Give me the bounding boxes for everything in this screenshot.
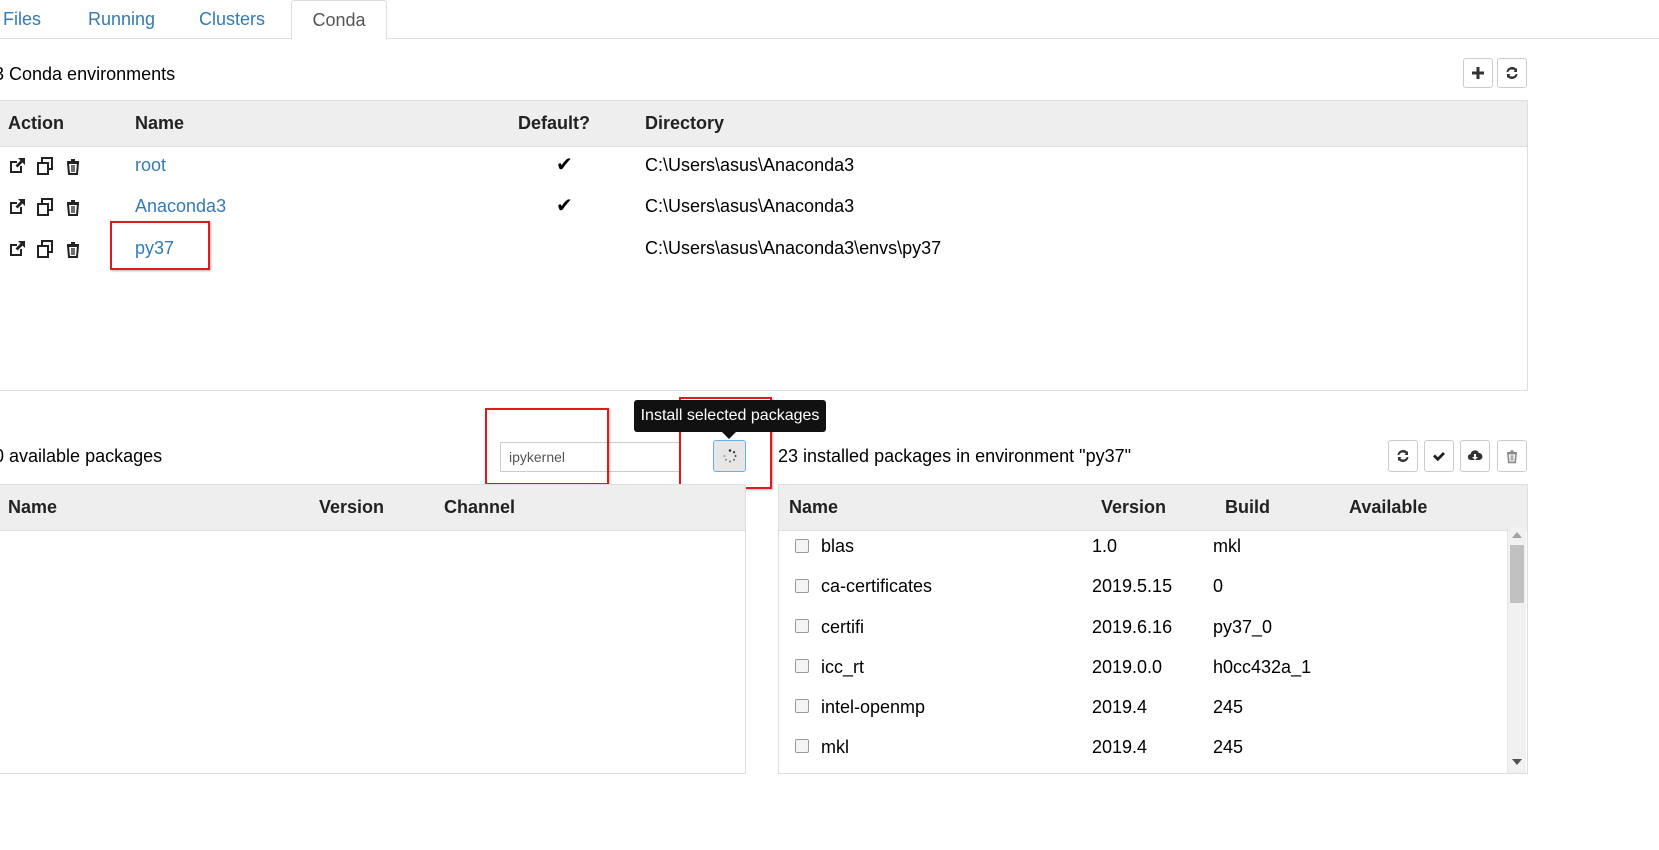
- package-build: 245: [1213, 737, 1244, 757]
- available-packages-count: 0 available packages: [0, 446, 163, 466]
- refresh-installed-button[interactable]: [1388, 440, 1418, 472]
- environment-name-link[interactable]: Anaconda3: [135, 195, 226, 217]
- column-name: Name: [8, 497, 58, 517]
- check-icon: ✔: [556, 154, 573, 176]
- installed-packages-count: 23 installed packages in environment "py…: [778, 446, 1131, 466]
- package-version: 2019.0.0: [1092, 657, 1163, 677]
- package-version: 1.0: [1092, 536, 1118, 556]
- external-link-icon[interactable]: [7, 197, 27, 217]
- clone-icon[interactable]: [35, 239, 55, 259]
- export-environment-button[interactable]: [1460, 440, 1490, 472]
- scroll-up-arrow[interactable]: [1512, 532, 1522, 538]
- package-name: blas: [821, 536, 855, 556]
- package-checkbox[interactable]: [795, 539, 809, 553]
- clone-icon[interactable]: [35, 197, 55, 217]
- tab-conda[interactable]: Conda: [291, 0, 387, 40]
- environments-table-header: Action Name Default? Directory: [0, 101, 1527, 147]
- package-build: h0cc432a_1: [1213, 657, 1312, 677]
- package-build: py37_0: [1213, 617, 1273, 637]
- tab-bar: Files Running Clusters Conda: [0, 0, 1659, 40]
- scroll-thumb[interactable]: [1510, 545, 1524, 603]
- add-environment-button[interactable]: [1463, 58, 1493, 88]
- installed-table-header: Name Version Build Available: [779, 485, 1527, 531]
- package-build: 245: [1213, 697, 1244, 717]
- package-build: 0: [1213, 576, 1224, 596]
- update-packages-button[interactable]: [1424, 440, 1454, 472]
- column-available: Available: [1349, 497, 1428, 517]
- package-name: certifi: [821, 617, 865, 637]
- tooltip-arrow: [722, 432, 736, 439]
- check-icon: ✔: [556, 195, 573, 217]
- check-icon: [1433, 452, 1445, 462]
- package-build: mkl: [1213, 536, 1241, 556]
- refresh-icon: [1397, 449, 1409, 463]
- refresh-icon: [1506, 66, 1518, 80]
- package-version: 2019.6.16: [1092, 617, 1173, 637]
- environment-actions: [7, 197, 83, 217]
- environment-directory: C:\Users\asus\Anaconda3: [645, 155, 855, 175]
- delete-packages-button[interactable]: [1497, 440, 1527, 472]
- environment-directory: C:\Users\asus\Anaconda3\envs\py37: [645, 238, 942, 258]
- package-name: intel-openmp: [821, 697, 926, 717]
- tab-files[interactable]: Files: [3, 0, 41, 38]
- environment-directory: C:\Users\asus\Anaconda3: [645, 196, 855, 216]
- tab-running[interactable]: Running: [88, 0, 155, 38]
- column-name: Name: [135, 113, 185, 133]
- scroll-down-arrow[interactable]: [1512, 759, 1522, 765]
- trash-icon: [1507, 450, 1517, 464]
- external-link-icon[interactable]: [7, 239, 27, 259]
- available-packages-table: Name Version Channel: [0, 484, 746, 774]
- package-version: 2019.4: [1092, 737, 1148, 757]
- trash-icon[interactable]: [63, 156, 83, 176]
- column-action: Action: [8, 113, 64, 133]
- installed-scrollbar[interactable]: [1507, 527, 1526, 773]
- package-name: ca-certificates: [821, 576, 933, 596]
- install-tooltip: Install selected packages: [634, 400, 826, 432]
- package-version: 2019.4: [1092, 697, 1148, 717]
- highlight-box: [485, 408, 609, 485]
- column-directory: Directory: [645, 113, 725, 133]
- external-link-icon[interactable]: [7, 156, 27, 176]
- refresh-environments-button[interactable]: [1497, 58, 1527, 88]
- package-version: 2019.5.15: [1092, 576, 1173, 596]
- package-checkbox[interactable]: [795, 579, 809, 593]
- package-name: mkl: [821, 737, 849, 757]
- package-name: icc_rt: [821, 657, 865, 677]
- installed-packages-table: Name Version Build Available blas 1.0 mk…: [778, 484, 1528, 774]
- tab-clusters[interactable]: Clusters: [199, 0, 265, 38]
- environment-actions: [7, 239, 83, 259]
- column-name: Name: [789, 497, 839, 517]
- package-checkbox[interactable]: [795, 659, 809, 673]
- package-checkbox[interactable]: [795, 619, 809, 633]
- clone-icon[interactable]: [35, 156, 55, 176]
- available-table-header: Name Version Channel: [0, 485, 745, 531]
- environment-actions: [7, 156, 83, 176]
- highlight-box: [110, 221, 210, 270]
- column-default: Default?: [518, 113, 590, 133]
- column-version: Version: [1101, 497, 1167, 517]
- column-channel: Channel: [444, 497, 516, 517]
- environment-name-link[interactable]: root: [135, 154, 166, 176]
- trash-icon[interactable]: [63, 197, 83, 217]
- cloud-download-icon: [1467, 450, 1483, 461]
- package-checkbox[interactable]: [795, 739, 809, 753]
- column-version: Version: [319, 497, 385, 517]
- column-build: Build: [1225, 497, 1270, 517]
- trash-icon[interactable]: [63, 239, 83, 259]
- package-checkbox[interactable]: [795, 699, 809, 713]
- plus-icon: [1472, 67, 1484, 79]
- environments-count: 3 Conda environments: [0, 64, 176, 84]
- environments-table: Action Name Default? Directory root ✔ C:…: [0, 100, 1528, 391]
